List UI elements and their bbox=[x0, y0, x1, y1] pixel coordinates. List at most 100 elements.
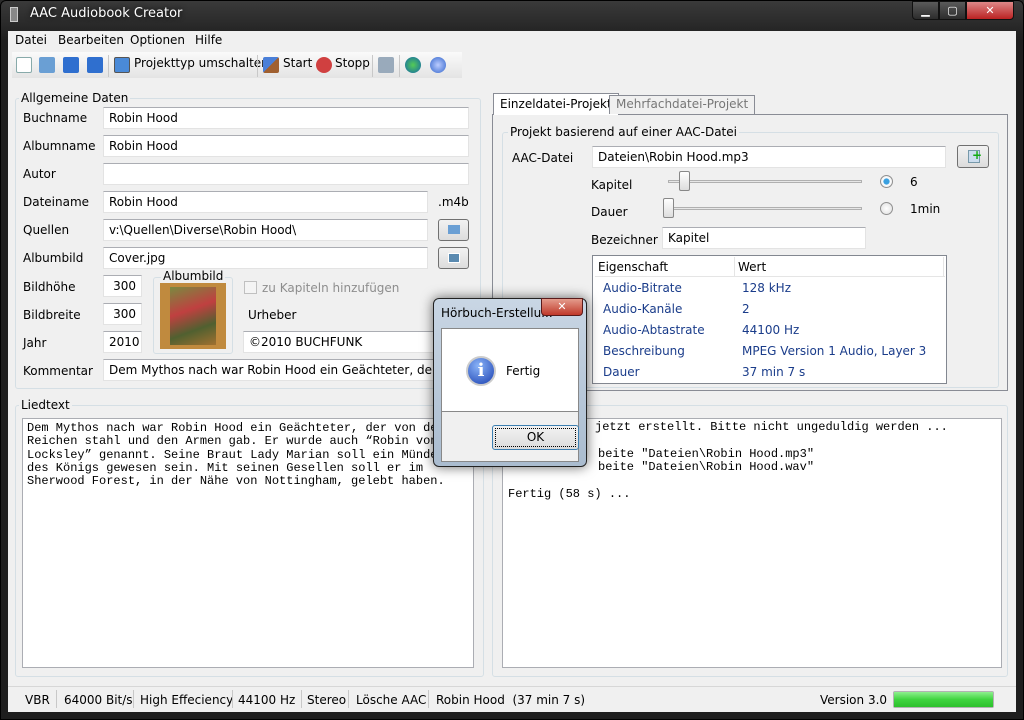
chapter-value: 6 bbox=[910, 175, 918, 189]
list-item-property[interactable]: Audio-Bitrate bbox=[603, 281, 682, 295]
tools-icon[interactable] bbox=[378, 57, 394, 73]
toolbar-separator bbox=[372, 55, 373, 77]
sources-label: Quellen bbox=[23, 223, 70, 237]
properties-list: Eigenschaft Wert Audio-Bitrate 128 kHz A… bbox=[592, 255, 947, 384]
dialog-message: Fertig bbox=[506, 364, 541, 378]
status-version: Version 3.0 bbox=[820, 693, 888, 707]
year-label: Jahr bbox=[23, 336, 47, 350]
toolbar-separator bbox=[257, 55, 258, 77]
minimize-button[interactable]: ▁ bbox=[912, 1, 939, 20]
window-title: AAC Audiobook Creator bbox=[30, 6, 183, 21]
year-input[interactable]: 2010 bbox=[103, 331, 142, 353]
column-property[interactable]: Eigenschaft bbox=[598, 260, 668, 274]
list-item-property[interactable]: Audio-Kanäle bbox=[603, 302, 682, 316]
lyrics-title: Liedtext bbox=[19, 398, 72, 412]
comment-label: Kommentar bbox=[23, 364, 93, 378]
status-channels: Stereo bbox=[307, 693, 347, 707]
close-button[interactable]: ✕ bbox=[966, 1, 1014, 20]
progress-bar bbox=[893, 691, 994, 708]
duration-slider-track[interactable] bbox=[668, 207, 862, 210]
menu-optionen[interactable]: Optionen bbox=[130, 33, 185, 47]
project-group-title: Projekt basierend auf einer AAC-Datei bbox=[508, 125, 739, 139]
aac-file-label: AAC-Datei bbox=[512, 151, 574, 165]
switch-project-type-button[interactable]: Projekttyp umschalten bbox=[134, 56, 269, 70]
start-button[interactable]: Start bbox=[283, 56, 312, 70]
aac-file-input[interactable]: Dateien\Robin Hood.mp3 bbox=[592, 146, 946, 168]
log-line: Fertig (58 s) ... bbox=[508, 487, 631, 501]
info-icon[interactable] bbox=[430, 57, 446, 73]
name-label: Bezeichner bbox=[591, 233, 658, 247]
status-profile: High Effeciency bbox=[140, 693, 234, 707]
toolbar-separator bbox=[399, 55, 400, 77]
save-as-icon[interactable] bbox=[87, 57, 103, 73]
dialog-close-button[interactable]: ✕ bbox=[541, 298, 583, 316]
cover-preview-title: Albumbild bbox=[161, 269, 226, 283]
list-item-property[interactable]: Dauer bbox=[603, 365, 640, 379]
globe-icon[interactable] bbox=[405, 57, 421, 73]
menu-hilfe[interactable]: Hilfe bbox=[195, 33, 222, 47]
menu-datei[interactable]: Datei bbox=[15, 33, 47, 47]
flag-icon bbox=[263, 57, 279, 73]
lyrics-textarea[interactable]: Dem Mythos nach war Robin Hood ein Geäch… bbox=[22, 418, 474, 668]
album-name-label: Albumname bbox=[23, 139, 96, 153]
comment-input[interactable]: Dem Mythos nach war Robin Hood ein Geäch… bbox=[103, 359, 469, 381]
author-input[interactable] bbox=[103, 163, 469, 185]
list-item-property[interactable]: Beschreibung bbox=[603, 344, 685, 358]
cover-image bbox=[160, 283, 226, 349]
save-icon[interactable] bbox=[63, 57, 79, 73]
status-book: Robin Hood (37 min 7 s) bbox=[436, 693, 586, 707]
column-value[interactable]: Wert bbox=[738, 260, 766, 274]
image-height-input[interactable]: 300 bbox=[103, 275, 142, 297]
chapter-slider-track[interactable] bbox=[668, 180, 862, 183]
album-name-input[interactable]: Robin Hood bbox=[103, 135, 469, 157]
toolbar-separator bbox=[108, 55, 109, 77]
info-icon: i bbox=[466, 356, 496, 386]
chapter-label: Kapitel bbox=[591, 178, 633, 192]
tab-single-file[interactable]: Einzeldatei-Projekt bbox=[493, 93, 619, 115]
duration-label: Dauer bbox=[591, 205, 628, 219]
list-item-value: 128 kHz bbox=[742, 281, 791, 295]
extension-label: .m4b bbox=[438, 195, 469, 209]
image-width-label: Bildbreite bbox=[23, 308, 81, 322]
cover-label: Albumbild bbox=[23, 251, 84, 265]
list-item-value: 37 min 7 s bbox=[742, 365, 806, 379]
add-file-button[interactable]: + bbox=[957, 145, 989, 168]
list-item-value: 2 bbox=[742, 302, 750, 316]
add-to-chapters-checkbox[interactable] bbox=[244, 281, 257, 294]
tab-multi-file[interactable]: Mehrfachdatei-Projekt bbox=[609, 95, 756, 114]
general-data-title: Allgemeine Daten bbox=[19, 91, 131, 105]
lyrics-text: Dem Mythos nach war Robin Hood ein Geäch… bbox=[27, 421, 445, 489]
ok-button[interactable]: OK bbox=[492, 425, 579, 450]
chapter-slider-thumb[interactable] bbox=[679, 171, 690, 191]
folder-icon bbox=[448, 225, 460, 234]
log-line: beite "Dateien\Robin Hood.wav" bbox=[598, 460, 815, 474]
open-folder-icon[interactable] bbox=[39, 57, 55, 73]
status-mode: VBR bbox=[25, 693, 50, 707]
add-file-icon: + bbox=[968, 148, 982, 163]
book-name-input[interactable]: Robin Hood bbox=[103, 107, 469, 129]
browse-cover-button[interactable] bbox=[438, 247, 469, 269]
sources-input[interactable]: v:\Quellen\Diverse\Robin Hood\ bbox=[103, 219, 428, 241]
cover-input[interactable]: Cover.jpg bbox=[103, 247, 428, 269]
copyright-label: Urheber bbox=[248, 308, 297, 322]
stop-button[interactable]: Stopp bbox=[335, 56, 370, 70]
list-item-property[interactable]: Audio-Abtastrate bbox=[603, 323, 705, 337]
image-width-input[interactable]: 300 bbox=[103, 303, 142, 325]
file-name-input[interactable]: Robin Hood bbox=[103, 191, 428, 213]
name-input[interactable]: Kapitel bbox=[662, 227, 866, 249]
menu-bearbeiten[interactable]: Bearbeiten bbox=[58, 33, 124, 47]
status-delete-aac: Lösche AAC bbox=[356, 693, 427, 707]
browse-sources-button[interactable] bbox=[438, 219, 469, 241]
list-item-value: MPEG Version 1 Audio, Layer 3 bbox=[742, 344, 927, 358]
image-height-label: Bildhöhe bbox=[23, 280, 76, 294]
new-file-icon[interactable] bbox=[16, 57, 32, 73]
status-bitrate: 64000 Bit/s bbox=[64, 693, 133, 707]
duration-slider-thumb[interactable] bbox=[663, 198, 674, 218]
maximize-button[interactable]: ▢ bbox=[939, 1, 966, 20]
chapter-radio[interactable] bbox=[880, 175, 893, 188]
author-label: Autor bbox=[23, 167, 56, 181]
file-name-label: Dateiname bbox=[23, 195, 90, 209]
status-samplerate: 44100 Hz bbox=[238, 693, 296, 707]
image-icon bbox=[448, 253, 460, 263]
duration-radio[interactable] bbox=[880, 202, 893, 215]
